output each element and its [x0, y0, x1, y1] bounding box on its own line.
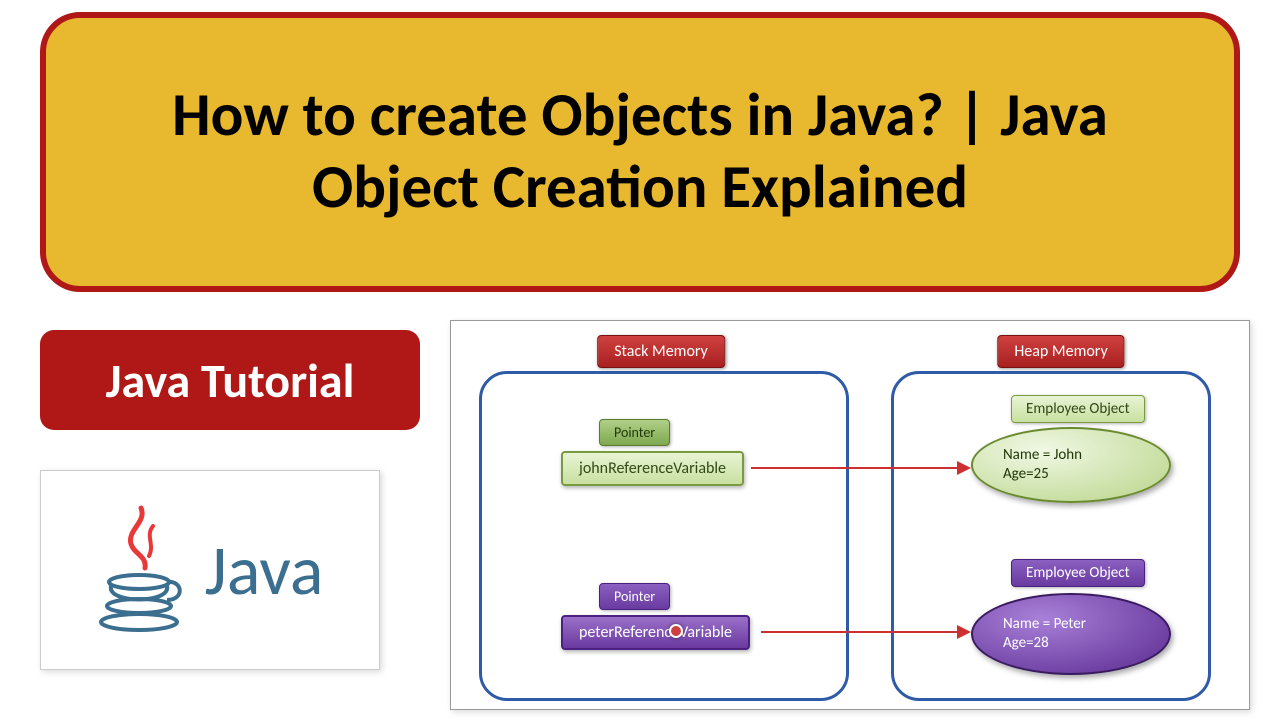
pointer-label-2: Pointer — [614, 588, 655, 605]
obj-label-2-text: Employee Object — [1026, 564, 1130, 582]
arrow-1 — [751, 467, 969, 469]
stack-header-text: Stack Memory — [614, 342, 708, 361]
memory-diagram: Stack Memory Heap Memory Pointer johnRef… — [450, 320, 1250, 710]
cursor-indicator — [669, 624, 683, 638]
reference-variable-1: johnReferenceVariable — [561, 451, 744, 486]
java-logo: Java — [40, 470, 380, 670]
java-cup-icon — [97, 500, 187, 640]
ref1-text: johnReferenceVariable — [579, 459, 726, 478]
pointer-label-1: Pointer — [614, 424, 655, 441]
heap-header-badge: Heap Memory — [997, 335, 1124, 368]
pointer-badge-2: Pointer — [599, 583, 670, 610]
tutorial-badge: Java Tutorial — [40, 330, 420, 430]
java-logo-text: Java — [205, 527, 324, 613]
obj2-age: Age=28 — [1003, 634, 1049, 654]
employee-object-label-1: Employee Object — [1011, 395, 1145, 423]
employee-object-label-2: Employee Object — [1011, 559, 1145, 587]
ref2-text: peterReferenceVariable — [579, 623, 732, 642]
obj1-name: Name = John — [1003, 446, 1082, 466]
reference-variable-2: peterReferenceVariable — [561, 615, 750, 650]
heap-header-text: Heap Memory — [1014, 342, 1107, 361]
pointer-badge-1: Pointer — [599, 419, 670, 446]
tutorial-label: Java Tutorial — [106, 351, 355, 410]
title-panel: How to create Objects in Java? | Java Ob… — [40, 12, 1240, 292]
obj2-name: Name = Peter — [1003, 615, 1086, 635]
obj1-age: Age=25 — [1003, 465, 1049, 485]
employee-object-2: Name = Peter Age=28 — [971, 593, 1171, 675]
employee-object-1: Name = John Age=25 — [971, 427, 1171, 503]
arrow-2 — [761, 631, 969, 633]
page-title: How to create Objects in Java? | Java Ob… — [86, 80, 1194, 224]
stack-header-badge: Stack Memory — [597, 335, 725, 368]
obj-label-1-text: Employee Object — [1026, 400, 1130, 418]
